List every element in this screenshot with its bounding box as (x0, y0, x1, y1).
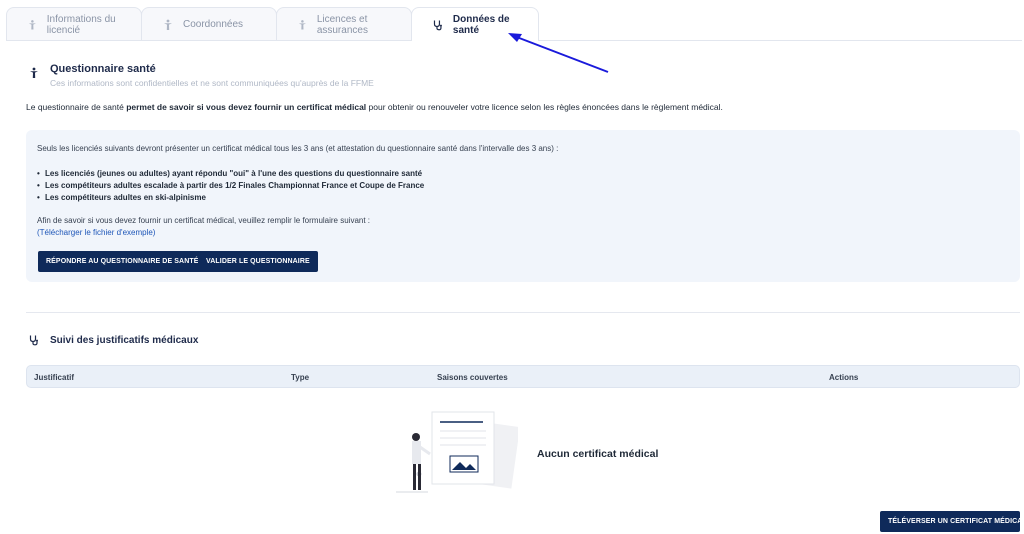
section-divider (26, 312, 1020, 313)
empty-certificate-illustration (396, 411, 518, 493)
tab-donnees-sante[interactable]: Données de santé (411, 7, 539, 41)
intro-text: Le questionnaire de santé (26, 102, 127, 112)
questionnaire-intro: Le questionnaire de santé permet de savo… (26, 102, 723, 112)
download-example-link[interactable]: (Télécharger le fichier d'exemple) (37, 228, 155, 237)
medical-tracking-header: Suivi des justificatifs médicaux (28, 334, 198, 346)
column-header-justificatif: Justificatif (34, 373, 75, 382)
tab-label: Données de santé (452, 13, 510, 36)
person-icon (30, 67, 38, 78)
person-icon (164, 19, 172, 30)
stethoscope-icon (29, 335, 38, 346)
tab-label: Coordonnées (183, 19, 244, 30)
info-line: Seuls les licenciés suivants devront pré… (37, 144, 559, 153)
answer-questionnaire-button[interactable]: RÉPONDRE AU QUESTIONNAIRE DE SANTÉ (38, 251, 207, 272)
person-icon (298, 19, 307, 30)
questionnaire-title: Questionnaire santé (50, 63, 156, 75)
person-icon (28, 19, 36, 29)
upload-certificate-button[interactable]: TÉLÉVERSER UN CERTIFICAT MÉDICAL (880, 511, 1024, 532)
info-box: Seuls les licenciés suivants devront pré… (26, 130, 1020, 282)
table-header: Justificatif Type Saisons couvertes Acti… (26, 365, 1020, 388)
list-item: Les compétiteurs adultes en ski-alpinism… (37, 192, 424, 204)
intro-text-end: pour obtenir ou renouveler votre licence… (366, 102, 723, 112)
validate-questionnaire-button[interactable]: VALIDER LE QUESTIONNAIRE (198, 251, 318, 272)
tab-licences-assurances[interactable]: Licences et assurances (276, 7, 412, 41)
tab-bar: Informations du licencié Coordonnées Lic… (6, 7, 539, 41)
list-item: Les compétiteurs adultes escalade à part… (37, 180, 424, 192)
column-header-type: Type (291, 373, 310, 382)
medical-tracking-title: Suivi des justificatifs médicaux (50, 334, 199, 346)
tab-coordonnees[interactable]: Coordonnées (141, 7, 277, 41)
tab-label: Licences et assurances (316, 13, 368, 36)
questionnaire-subtitle: Ces informations sont confidentielles et… (50, 78, 374, 88)
empty-state-text: Aucun certificat médical (537, 448, 659, 460)
column-header-actions: Actions (829, 373, 859, 382)
stethoscope-icon (433, 20, 442, 30)
intro-bold-text: permet de savoir si vous devez fournir u… (126, 102, 367, 112)
tab-informations-licencie[interactable]: Informations du licencié (6, 7, 142, 41)
column-header-saisons: Saisons couvertes (437, 373, 508, 382)
list-item: Les licenciés (jeunes ou adultes) ayant … (37, 168, 424, 180)
health-data-panel: Questionnaire santé Ces informations son… (6, 40, 1024, 534)
questionnaire-header: Questionnaire santé Ces informations son… (28, 63, 374, 88)
info-line: Afin de savoir si vous devez fournir un … (37, 216, 371, 225)
requirements-list: Les licenciés (jeunes ou adultes) ayant … (37, 168, 424, 204)
tab-label: Informations du licencié (46, 13, 116, 36)
